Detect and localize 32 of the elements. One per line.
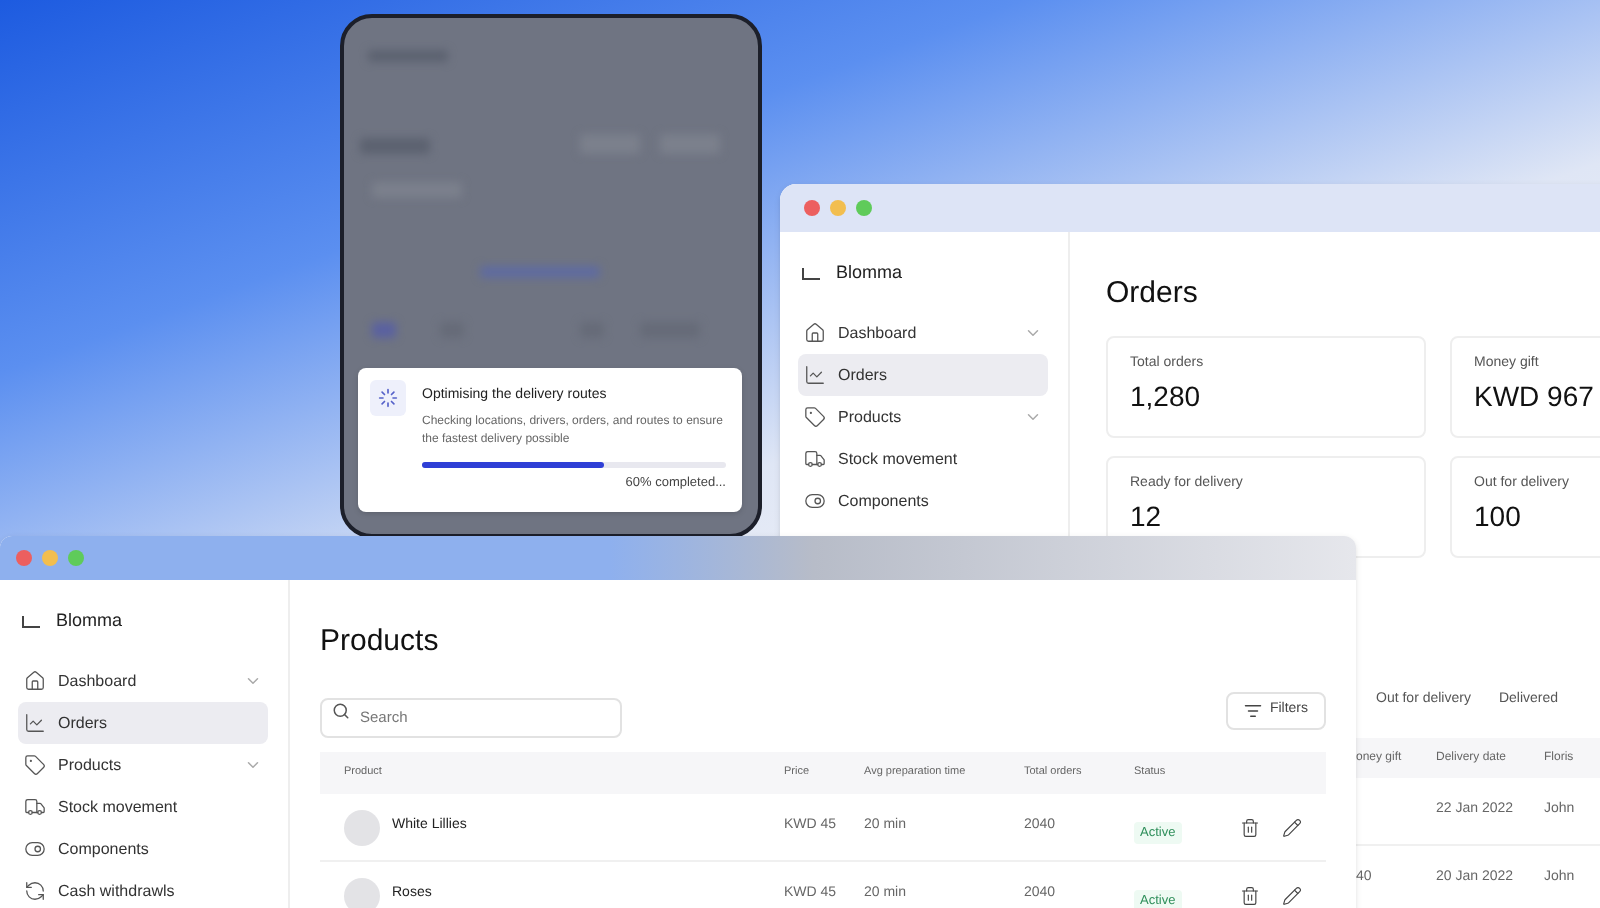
house-icon (804, 322, 826, 344)
delete-icon[interactable] (1240, 885, 1260, 905)
edit-icon[interactable] (1282, 817, 1302, 837)
spinner-icon (370, 380, 406, 416)
delete-icon[interactable] (1240, 817, 1260, 837)
tag-icon (804, 406, 826, 428)
refresh-icon (24, 880, 46, 902)
product-photo-placeholder (344, 877, 380, 908)
chevron-icon (244, 756, 262, 774)
toggle-icon (24, 838, 46, 860)
chart-icon (804, 364, 826, 386)
filter-icon (1243, 701, 1262, 719)
logo-icon (22, 616, 40, 628)
house-icon (24, 670, 46, 692)
truck-icon (24, 796, 46, 818)
page-title: Orders (1106, 274, 1200, 314)
truck-icon (804, 448, 826, 470)
toggle-icon (804, 490, 826, 512)
logo-icon (802, 268, 820, 280)
chevron-icon (244, 672, 262, 690)
search-icon (332, 701, 350, 719)
brand-name: Blomma (836, 260, 903, 287)
tag-icon (24, 754, 46, 776)
page-title: Products (320, 622, 441, 662)
sidebar-item[interactable]: Orders (18, 702, 268, 744)
chevron-icon (1024, 408, 1042, 426)
brand-name: Blomma (56, 608, 123, 635)
sidebar-item[interactable]: Orders (798, 354, 1048, 396)
chart-icon (24, 712, 46, 734)
chevron-icon (1024, 324, 1042, 342)
edit-icon[interactable] (1282, 885, 1302, 905)
product-photo-placeholder (344, 809, 380, 845)
